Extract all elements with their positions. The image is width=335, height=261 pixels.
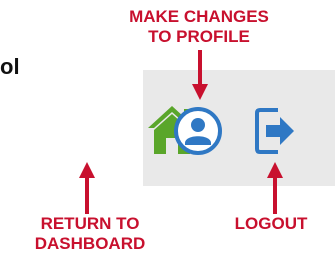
dashboard-arrow-icon (79, 162, 95, 214)
user-profile-icon[interactable] (173, 106, 223, 156)
logout-icon[interactable] (254, 106, 298, 156)
cropped-label-fragment: ol (0, 54, 20, 79)
annotated-toolbar-figure: ol MAKE CHANGES TO PROFILE RETURN TO DAS… (0, 0, 335, 261)
profile-callout: MAKE CHANGES TO PROFILE (96, 7, 302, 47)
dashboard-callout: RETURN TO DASHBOARD (20, 214, 160, 254)
dashboard-callout-line-1: RETURN TO (40, 214, 140, 233)
profile-arrow-icon (192, 50, 208, 100)
profile-callout-line-1: MAKE CHANGES (129, 7, 269, 26)
logout-arrow-icon (267, 162, 283, 214)
profile-callout-line-2: TO PROFILE (148, 27, 250, 46)
logout-callout-label: LOGOUT (234, 214, 308, 233)
dashboard-callout-line-2: DASHBOARD (34, 234, 146, 253)
logout-callout: LOGOUT (216, 214, 326, 234)
